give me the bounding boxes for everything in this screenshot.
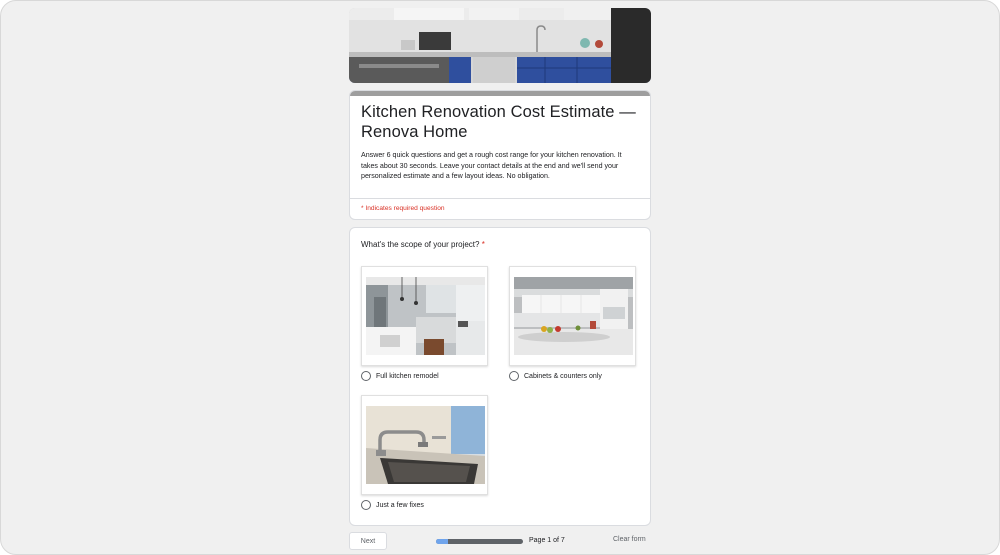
form-title: Kitchen Renovation Cost Estimate — Renov…	[361, 103, 636, 141]
option-image-frame[interactable]	[361, 395, 488, 495]
radio-button[interactable]	[509, 371, 519, 381]
option-radio-row[interactable]: Cabinets & counters only	[509, 371, 602, 381]
progress-fill	[436, 539, 449, 544]
option-image-frame[interactable]	[509, 266, 636, 366]
option-full-remodel[interactable]: Full kitchen remodel	[361, 266, 488, 381]
question-card: What's the scope of your project? * Full…	[349, 227, 651, 526]
option-label[interactable]: Cabinets & counters only	[524, 373, 602, 380]
question-text: What's the scope of your project?	[361, 240, 480, 249]
page-indicator: Page 1 of 7	[529, 537, 565, 544]
cabinets-photo-icon	[514, 277, 633, 355]
required-asterisk: *	[481, 240, 485, 249]
option-radio-row[interactable]: Full kitchen remodel	[361, 371, 439, 381]
radio-button[interactable]	[361, 500, 371, 510]
option-radio-row[interactable]: Just a few fixes	[361, 500, 424, 510]
required-note: * Indicates required question	[361, 205, 445, 212]
faucet-photo-icon	[366, 406, 485, 484]
form-description: Answer 6 quick questions and get a rough…	[361, 151, 622, 180]
option-label[interactable]: Full kitchen remodel	[376, 373, 439, 380]
clear-form-button[interactable]: Clear form	[613, 536, 646, 543]
kitchen-banner-icon	[349, 8, 651, 83]
kitchen-photo-icon	[366, 277, 485, 355]
question-title: What's the scope of your project? *	[361, 240, 485, 249]
next-button[interactable]: Next	[349, 532, 387, 550]
option-label[interactable]: Just a few fixes	[376, 502, 424, 509]
form-header-card: Kitchen Renovation Cost Estimate — Renov…	[349, 90, 651, 220]
option-image-frame[interactable]	[361, 266, 488, 366]
radio-button[interactable]	[361, 371, 371, 381]
option-cabinets-counters[interactable]: Cabinets & counters only	[509, 266, 636, 381]
page-frame: Kitchen Renovation Cost Estimate — Renov…	[0, 0, 1000, 555]
option-few-fixes[interactable]: Just a few fixes	[361, 395, 488, 510]
progress-bar	[436, 539, 523, 544]
header-banner-image	[349, 8, 651, 83]
header-divider	[350, 198, 650, 199]
